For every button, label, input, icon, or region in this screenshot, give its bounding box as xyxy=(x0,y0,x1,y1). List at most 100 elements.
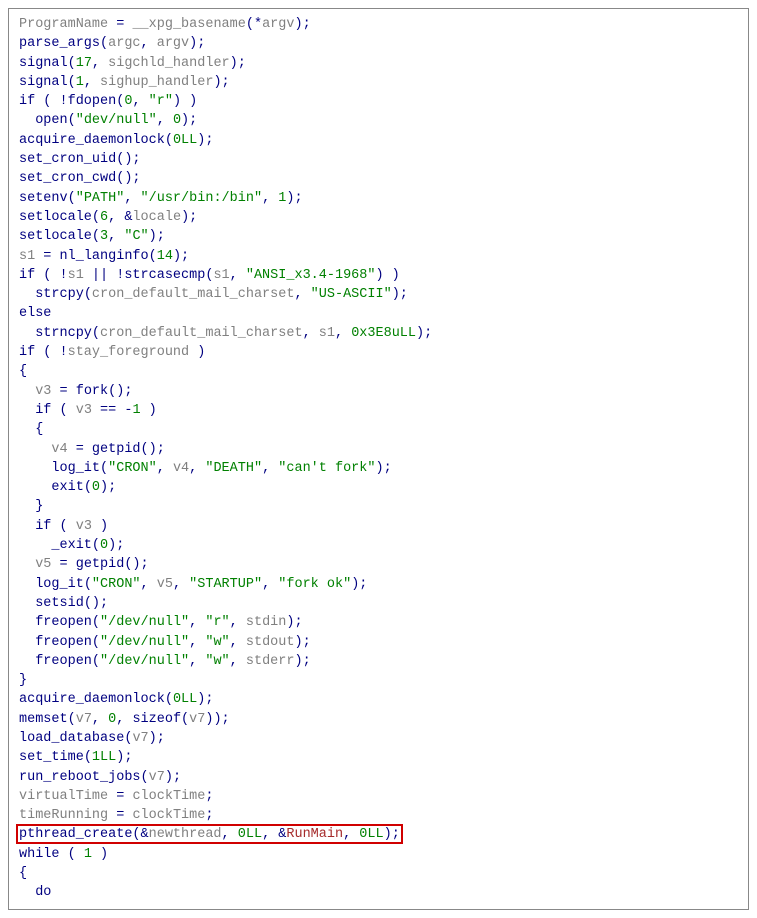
code-token: { xyxy=(35,422,43,437)
code-token: "w" xyxy=(205,635,229,650)
code-token: acquire_daemonlock xyxy=(19,133,165,148)
code-token: , xyxy=(189,654,205,669)
code-token: ); xyxy=(173,249,189,264)
code-token: ); xyxy=(149,229,165,244)
code-token: "/dev/null" xyxy=(100,654,189,669)
code-token: , xyxy=(141,36,157,51)
code-token: ( xyxy=(165,133,173,148)
code-token: ( xyxy=(100,461,108,476)
code-line: if ( !fdopen(0, "r") ) xyxy=(19,92,738,111)
code-token: ( xyxy=(92,635,100,650)
code-token: ( xyxy=(92,654,100,669)
code-line: s1 = nl_langinfo(14); xyxy=(19,247,738,266)
code-token: getpid xyxy=(76,557,125,572)
code-line: parse_args(argc, argv); xyxy=(19,34,738,53)
code-line: { xyxy=(19,864,738,883)
code-token: , xyxy=(141,577,157,592)
code-token: s1 xyxy=(319,326,335,341)
code-token: do xyxy=(35,885,51,900)
code-token: } xyxy=(19,673,27,688)
code-token: v7 xyxy=(189,712,205,727)
code-line: set_cron_uid(); xyxy=(19,150,738,169)
code-token: , xyxy=(262,191,278,206)
code-token: virtualTime xyxy=(19,789,108,804)
code-token: else xyxy=(19,306,51,321)
code-token: ) xyxy=(92,847,108,862)
code-token: , xyxy=(230,635,246,650)
code-token: ( xyxy=(84,577,92,592)
code-token: s1 xyxy=(213,268,229,283)
code-line: } xyxy=(19,497,738,516)
code-token: = xyxy=(35,249,59,264)
code-token: _exit xyxy=(51,538,92,553)
code-line: { xyxy=(19,420,738,439)
code-token: sighup_handler xyxy=(100,75,213,90)
code-token: "r" xyxy=(205,615,229,630)
code-token: ); xyxy=(286,191,302,206)
code-token: , xyxy=(84,75,100,90)
code-token: ) ) xyxy=(173,94,197,109)
code-token: nl_langinfo xyxy=(60,249,149,264)
code-token: while xyxy=(19,847,60,862)
code-token: ( xyxy=(92,229,100,244)
code-token: ); xyxy=(230,56,246,71)
code-token: , xyxy=(262,577,278,592)
code-token: setlocale xyxy=(19,229,92,244)
code-token: ) xyxy=(189,345,205,360)
code-token: ( xyxy=(84,287,92,302)
code-token: "PATH" xyxy=(76,191,125,206)
code-token: } xyxy=(35,499,43,514)
code-token: ( xyxy=(149,249,157,264)
code-token: fdopen xyxy=(68,94,117,109)
code-token: set_time xyxy=(19,750,84,765)
code-line: strncpy(cron_default_mail_charset, s1, 0… xyxy=(19,324,738,343)
code-token: (); xyxy=(116,171,140,186)
code-token: 0 xyxy=(100,538,108,553)
code-token: == - xyxy=(92,403,133,418)
code-token: cron_default_mail_charset xyxy=(100,326,303,341)
code-token: 0LL xyxy=(359,827,383,842)
code-token: 0LL xyxy=(173,692,197,707)
code-token: ); xyxy=(375,461,391,476)
code-token: "fork ok" xyxy=(278,577,351,592)
code-token: "CRON" xyxy=(92,577,141,592)
code-token: , xyxy=(108,229,124,244)
code-token: clockTime xyxy=(132,808,205,823)
code-token: set_cron_uid xyxy=(19,152,116,167)
code-token: ); xyxy=(189,36,205,51)
code-line: do xyxy=(19,883,738,902)
code-token: (); xyxy=(116,152,140,167)
code-token: v3 xyxy=(35,384,51,399)
code-token: ( xyxy=(100,36,108,51)
code-line: acquire_daemonlock(0LL); xyxy=(19,131,738,150)
code-token: ); xyxy=(165,770,181,785)
code-token: memset xyxy=(19,712,68,727)
code-token: , xyxy=(189,615,205,630)
code-token: (); xyxy=(108,384,132,399)
code-token: pthread_create xyxy=(19,827,132,842)
code-token: , xyxy=(189,461,205,476)
code-line: set_cron_cwd(); xyxy=(19,169,738,188)
code-token: "US-ASCII" xyxy=(311,287,392,302)
code-token: ( xyxy=(68,191,76,206)
code-token: , xyxy=(157,461,173,476)
code-token: ); xyxy=(416,326,432,341)
code-token: timeRunning xyxy=(19,808,108,823)
code-token: "C" xyxy=(124,229,148,244)
code-line: _exit(0); xyxy=(19,536,738,555)
code-token: (); xyxy=(124,557,148,572)
code-token: = xyxy=(68,442,92,457)
code-token: 14 xyxy=(157,249,173,264)
code-token: ( xyxy=(51,403,75,418)
code-token: sizeof xyxy=(132,712,181,727)
code-token: ); xyxy=(108,538,124,553)
code-line: load_database(v7); xyxy=(19,729,738,748)
code-token: __xpg_basename xyxy=(132,17,245,32)
code-line: log_it("CRON", v5, "STARTUP", "fork ok")… xyxy=(19,575,738,594)
code-line: signal(17, sigchld_handler); xyxy=(19,54,738,73)
code-line: timeRunning = clockTime; xyxy=(19,806,738,825)
code-token: RunMain xyxy=(286,827,343,842)
code-token: ); xyxy=(213,75,229,90)
code-token: ; xyxy=(205,808,213,823)
code-token: argc xyxy=(108,36,140,51)
